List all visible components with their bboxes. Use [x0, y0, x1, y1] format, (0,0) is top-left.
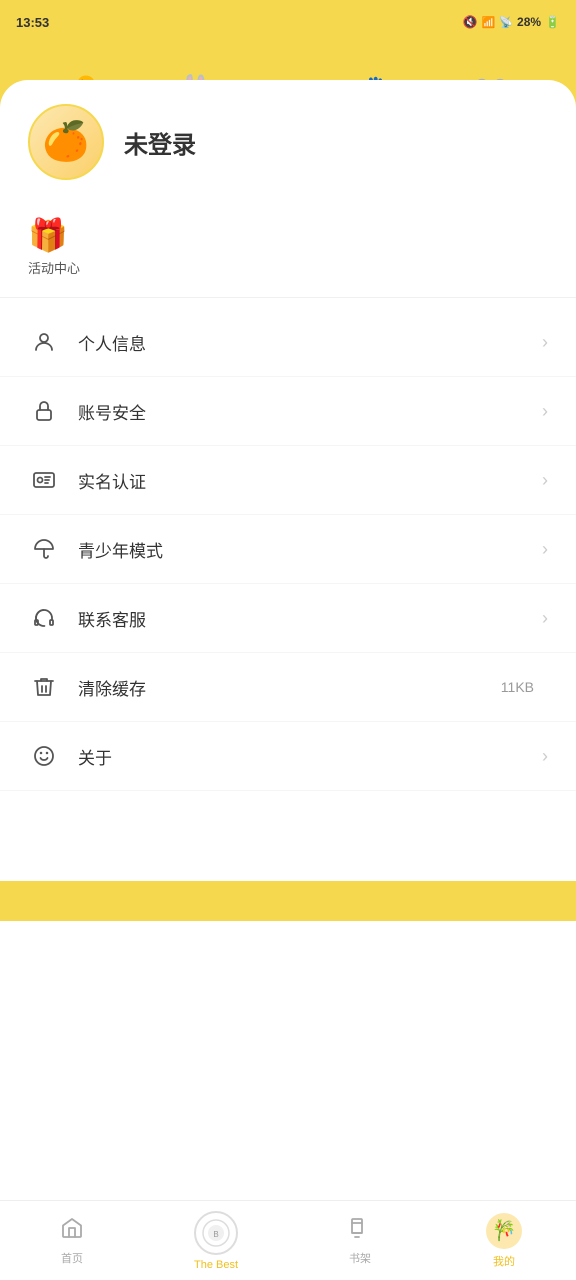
nav-item-bookshelf[interactable]: 书架	[288, 1216, 432, 1266]
home-icon	[60, 1216, 84, 1246]
user-icon	[28, 326, 60, 358]
menu-item-youth-mode[interactable]: 青少年模式 ›	[0, 515, 576, 584]
menu-item-real-name[interactable]: 实名认证 ›	[0, 446, 576, 515]
best-icon: B	[194, 1211, 238, 1255]
profile-section[interactable]: 🍊 未登录	[0, 80, 576, 196]
account-security-label: 账号安全	[78, 399, 542, 424]
menu-list: 个人信息 › 账号安全 › 实名认证 ›	[0, 308, 576, 791]
username: 未登录	[124, 125, 196, 160]
contact-service-label: 联系客服	[78, 606, 542, 631]
status-time: 13:53	[16, 15, 49, 30]
activity-center[interactable]: 🎁 活动中心	[0, 196, 576, 287]
real-name-label: 实名认证	[78, 468, 542, 493]
nav-bookshelf-label: 书架	[349, 1250, 371, 1266]
nav-mine-label: 我的	[493, 1253, 515, 1269]
chevron-icon-5: ›	[542, 608, 548, 629]
nav-item-mine[interactable]: 🎋 我的	[432, 1213, 576, 1269]
umbrella-icon	[28, 533, 60, 565]
menu-item-account-security[interactable]: 账号安全 ›	[0, 377, 576, 446]
smiley-icon	[28, 740, 60, 772]
chevron-icon-4: ›	[542, 539, 548, 560]
bookshelf-icon	[348, 1216, 372, 1246]
svg-text:B: B	[213, 1230, 218, 1239]
chevron-icon-2: ›	[542, 401, 548, 422]
signal-icon: 📡	[499, 16, 513, 29]
header-area: 🐣 🐰 🐾 🐭 🍊 未登录 🎁 活动中心 个人信息	[0, 44, 576, 921]
cache-size: 11KB	[501, 679, 534, 695]
main-content: 🍊 未登录 🎁 活动中心 个人信息 ›	[0, 80, 576, 881]
nav-best-label: The Best	[194, 1259, 238, 1271]
bottom-nav: 首页 B The Best 书架 🎋 我的	[0, 1200, 576, 1280]
status-bar: 13:53 🔇 📶 📡 28% 🔋	[0, 0, 576, 44]
personal-info-label: 个人信息	[78, 330, 542, 355]
avatar-emoji: 🍊	[42, 123, 89, 161]
clear-cache-label: 清除缓存	[78, 675, 501, 700]
chevron-icon-7: ›	[542, 746, 548, 767]
nav-home-label: 首页	[61, 1250, 83, 1266]
activity-icon: 🎁	[28, 216, 68, 254]
chevron-icon-3: ›	[542, 470, 548, 491]
id-card-icon	[28, 464, 60, 496]
activity-label: 活动中心	[28, 258, 80, 277]
about-label: 关于	[78, 744, 542, 769]
headphone-icon	[28, 602, 60, 634]
chevron-icon-1: ›	[542, 332, 548, 353]
divider-1	[0, 297, 576, 298]
menu-item-clear-cache[interactable]: 清除缓存 11KB ›	[0, 653, 576, 722]
wifi-icon: 📶	[482, 16, 496, 29]
nav-item-home[interactable]: 首页	[0, 1216, 144, 1266]
battery-icon: 🔋	[545, 15, 560, 29]
menu-item-contact-service[interactable]: 联系客服 ›	[0, 584, 576, 653]
nav-item-the-best[interactable]: B The Best	[144, 1211, 288, 1271]
menu-item-personal-info[interactable]: 个人信息 ›	[0, 308, 576, 377]
menu-item-about[interactable]: 关于 ›	[0, 722, 576, 791]
battery-text: 28%	[517, 15, 541, 29]
mine-avatar: 🎋	[486, 1213, 522, 1249]
mute-icon: 🔇	[463, 15, 478, 29]
avatar[interactable]: 🍊	[28, 104, 104, 180]
youth-mode-label: 青少年模式	[78, 537, 542, 562]
status-right: 🔇 📶 📡 28% 🔋	[463, 15, 560, 29]
lock-icon	[28, 395, 60, 427]
trash-icon	[28, 671, 60, 703]
